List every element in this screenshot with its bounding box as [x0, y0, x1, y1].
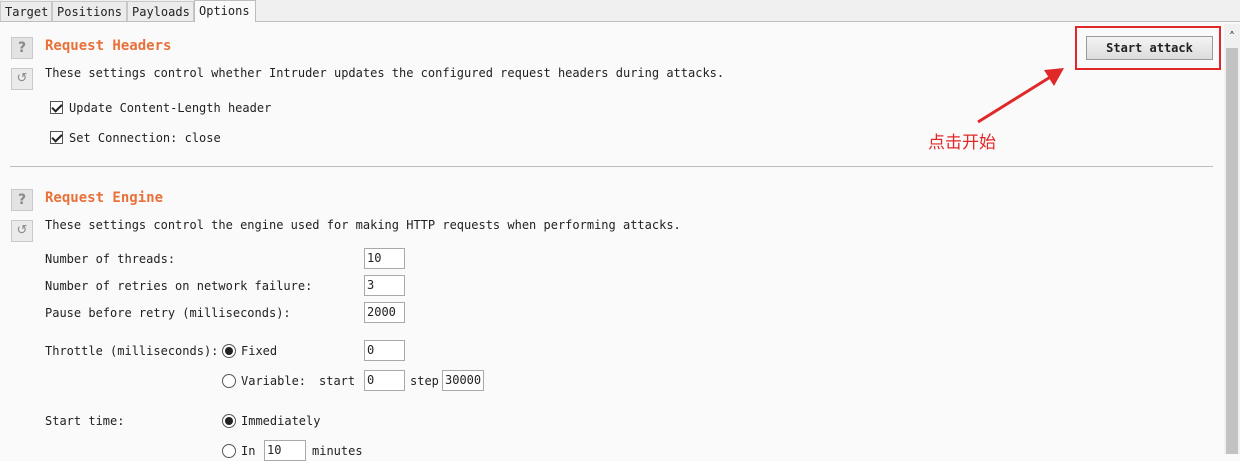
- tab-positions[interactable]: Positions: [52, 1, 127, 21]
- tab-target[interactable]: Target: [0, 1, 52, 21]
- start-immediately-radio[interactable]: [222, 414, 236, 428]
- throttle-variable-label: Variable:: [241, 374, 307, 388]
- section-description: These settings control whether Intruder …: [45, 66, 725, 80]
- update-content-length-checkbox[interactable]: [50, 101, 63, 114]
- start-time-label: Start time:: [45, 414, 125, 428]
- throttle-fixed-label: Fixed: [241, 344, 278, 358]
- section-description: These settings control the engine used f…: [45, 218, 681, 232]
- threads-input[interactable]: 10: [364, 248, 405, 269]
- tab-options[interactable]: Options: [194, 0, 256, 22]
- variable-start-input[interactable]: 0: [364, 370, 405, 391]
- pause-input[interactable]: 2000: [364, 302, 405, 323]
- throttle-variable-radio[interactable]: [222, 374, 236, 388]
- retries-label: Number of retries on network failure:: [45, 279, 313, 293]
- start-in-radio[interactable]: [222, 444, 236, 458]
- variable-step-input[interactable]: 30000: [442, 370, 484, 391]
- reset-icon[interactable]: ↺: [11, 220, 33, 242]
- variable-start-label: start: [319, 374, 356, 388]
- set-connection-close-checkbox[interactable]: [50, 131, 63, 144]
- annotation-text: 点击开始: [928, 133, 996, 153]
- section-title-request-engine: Request Engine: [45, 190, 164, 206]
- threads-label: Number of threads:: [45, 252, 176, 266]
- tab-payloads[interactable]: Payloads: [127, 1, 194, 21]
- variable-step-label: step: [410, 374, 439, 388]
- scrollbar-thumb[interactable]: [1226, 48, 1238, 454]
- help-icon[interactable]: ?: [11, 37, 33, 59]
- checkbox-label: Set Connection: close: [69, 131, 221, 145]
- section-title-request-headers: Request Headers: [45, 38, 172, 54]
- checkbox-label: Update Content-Length header: [69, 101, 272, 115]
- minutes-label: minutes: [312, 444, 363, 458]
- scroll-up-icon[interactable]: ˄: [1224, 28, 1240, 46]
- start-in-label: In: [241, 444, 256, 458]
- start-attack-button[interactable]: Start attack: [1086, 36, 1213, 60]
- throttle-label: Throttle (milliseconds):: [45, 344, 219, 358]
- start-in-input[interactable]: 10: [264, 440, 306, 461]
- help-icon[interactable]: ?: [11, 189, 33, 211]
- section-divider: [10, 166, 1213, 167]
- tab-bar: Target Positions Payloads Options: [0, 0, 1240, 22]
- retries-input[interactable]: 3: [364, 275, 405, 296]
- throttle-fixed-radio[interactable]: [222, 344, 236, 358]
- start-immediately-label: Immediately: [241, 414, 321, 428]
- reset-icon[interactable]: ↺: [11, 68, 33, 90]
- throttle-fixed-input[interactable]: 0: [364, 340, 405, 361]
- pause-label: Pause before retry (milliseconds):: [45, 306, 291, 320]
